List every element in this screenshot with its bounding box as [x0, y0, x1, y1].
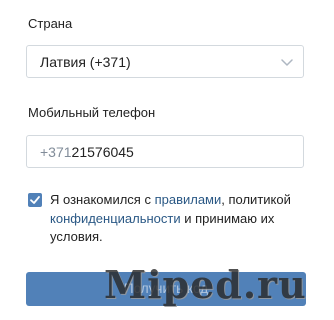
agreement-text-part: Я ознакомился с	[50, 192, 155, 207]
agreement-text-part: , политикой	[221, 192, 291, 207]
agreement-text: Я ознакомился с правилами, политикой кон…	[50, 191, 312, 247]
phone-input[interactable]: +37121576045	[26, 135, 304, 168]
site-watermark: Miped.ru	[104, 262, 307, 307]
privacy-policy-link[interactable]: конфиденциальности	[50, 211, 181, 226]
country-select-value: Латвия (+371)	[40, 54, 131, 70]
phone-input-value: +37121576045	[40, 144, 134, 160]
checkmark-icon	[30, 196, 40, 204]
country-select[interactable]: Латвия (+371)	[26, 45, 304, 78]
country-label: Страна	[28, 16, 73, 31]
phone-number: 21576045	[71, 144, 134, 160]
agreement-checkbox[interactable]	[28, 193, 42, 207]
phone-label: Мобильный телефон	[28, 105, 156, 120]
chevron-down-icon	[281, 59, 293, 66]
rules-link[interactable]: правилами	[155, 192, 222, 207]
phone-prefix: +371	[40, 144, 72, 160]
